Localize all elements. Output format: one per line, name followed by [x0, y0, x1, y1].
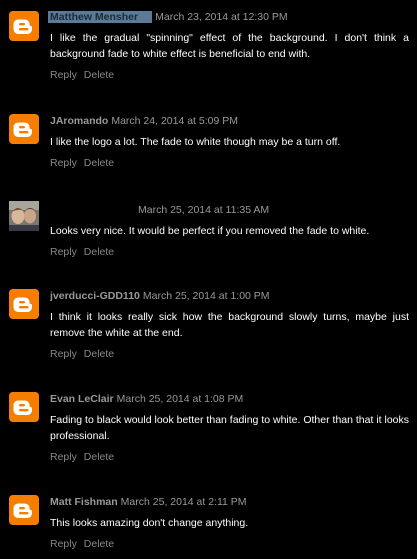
- comment-date[interactable]: March 25, 2014 at 11:35 AM: [138, 204, 269, 216]
- comment-text: This looks amazing don't change anything…: [50, 517, 249, 529]
- reply-link[interactable]: Reply: [50, 69, 77, 81]
- reply-link[interactable]: Reply: [50, 157, 77, 169]
- comment-actions: Reply Delete: [50, 347, 409, 361]
- comment-body: March 25, 2014 at 11:35 AM Looks very ni…: [50, 203, 409, 259]
- delete-link[interactable]: Delete: [84, 538, 114, 550]
- blogger-icon[interactable]: [9, 495, 39, 525]
- comment-text: Fading to black would look better than f…: [50, 414, 409, 442]
- blogger-icon[interactable]: [9, 114, 39, 144]
- delete-link[interactable]: Delete: [84, 348, 114, 360]
- delete-link[interactable]: Delete: [84, 69, 114, 81]
- comment-date[interactable]: March 25, 2014 at 2:11 PM: [121, 496, 247, 508]
- comment-date[interactable]: March 25, 2014 at 1:08 PM: [117, 393, 244, 405]
- delete-link[interactable]: Delete: [84, 246, 114, 258]
- comment-text: I think it looks really sick how the bac…: [50, 311, 409, 339]
- comment-actions: Reply Delete: [50, 245, 409, 259]
- reply-link[interactable]: Reply: [50, 451, 77, 463]
- reply-link[interactable]: Reply: [50, 348, 77, 360]
- comment-meta: jverducci-GDD110 March 25, 2014 at 1:00 P…: [50, 289, 409, 303]
- comment-meta: Matt Fishman March 25, 2014 at 2:11 PM: [50, 495, 409, 509]
- comment-actions: Reply Delete: [50, 537, 409, 551]
- comment-meta: Matthew Mensher March 23, 2014 at 12:30 P…: [48, 10, 409, 24]
- comment-author[interactable]: Matthew Mensher: [48, 11, 153, 23]
- comment-meta: JAromando March 24, 2014 at 5:09 PM: [50, 114, 409, 128]
- delete-link[interactable]: Delete: [84, 451, 114, 463]
- blogger-icon[interactable]: [9, 392, 39, 422]
- comment-body: JAromando March 24, 2014 at 5:09 PM I lik…: [50, 114, 409, 170]
- comment-text: I like the gradual "spinning" effect of …: [50, 32, 409, 60]
- comment-author[interactable]: Evan LeClair: [50, 393, 114, 405]
- blogger-icon[interactable]: [9, 11, 39, 41]
- delete-link[interactable]: Delete: [84, 157, 114, 169]
- comment-author[interactable]: Matt Fishman: [50, 496, 118, 508]
- blogger-icon[interactable]: [9, 289, 39, 319]
- comment-body: Matt Fishman March 25, 2014 at 2:11 PM Th…: [50, 495, 409, 551]
- reply-link[interactable]: Reply: [50, 246, 77, 258]
- reply-link[interactable]: Reply: [50, 538, 77, 550]
- comment-author[interactable]: JAromando: [50, 115, 108, 127]
- comment-meta: March 25, 2014 at 11:35 AM: [50, 203, 409, 217]
- comment-body: jverducci-GDD110 March 25, 2014 at 1:00 P…: [50, 289, 409, 361]
- comment-text: Looks very nice. It would be perfect if …: [50, 225, 370, 237]
- comment-actions: Reply Delete: [50, 68, 409, 82]
- comment-date[interactable]: March 25, 2014 at 1:00 PM: [143, 290, 270, 302]
- comment-actions: Reply Delete: [50, 450, 409, 464]
- comment-date[interactable]: March 24, 2014 at 5:09 PM: [111, 115, 238, 127]
- comment-author[interactable]: jverducci-GDD110: [50, 290, 140, 302]
- comment-body: Matthew Mensher March 23, 2014 at 12:30 P…: [48, 10, 409, 82]
- user-photo-avatar[interactable]: [9, 201, 39, 231]
- comment-body: Evan LeClair March 25, 2014 at 1:08 PM Fa…: [50, 392, 409, 464]
- comment-actions: Reply Delete: [50, 156, 409, 170]
- comment-meta: Evan LeClair March 25, 2014 at 1:08 PM: [50, 392, 409, 406]
- comment-text: I like the logo a lot. The fade to white…: [50, 136, 341, 148]
- comment-date[interactable]: March 23, 2014 at 12:30 PM: [155, 11, 288, 23]
